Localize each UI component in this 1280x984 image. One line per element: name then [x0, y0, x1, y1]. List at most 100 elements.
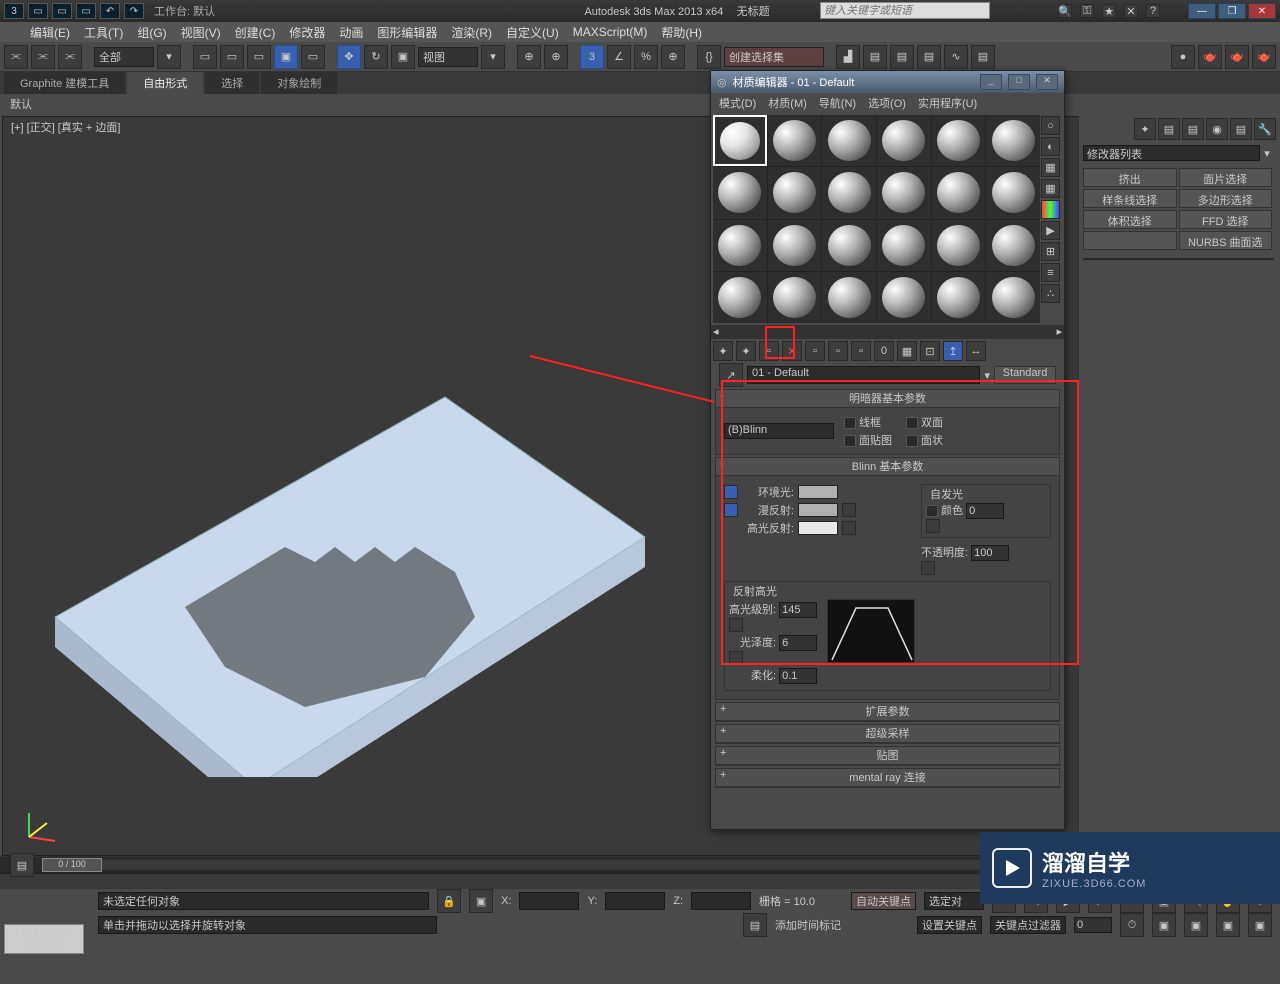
quick-render-icon[interactable]: 🫖	[1252, 45, 1276, 69]
selcross-icon[interactable]: ▭	[301, 45, 325, 69]
spinnersnap-icon[interactable]: ⊕	[661, 45, 685, 69]
ribbon-default[interactable]: 默认	[10, 96, 32, 112]
uvtile-icon[interactable]: ▦	[1041, 179, 1060, 198]
sample-slot[interactable]	[713, 220, 767, 271]
time-slider-head[interactable]: 0 / 100	[42, 858, 102, 872]
vp-zoomext-icon[interactable]: ▣	[1184, 913, 1208, 937]
menu-help[interactable]: 帮助(H)	[661, 24, 702, 41]
scroll-right-icon[interactable]: ▸	[1056, 325, 1062, 339]
putlib-icon[interactable]: ▫	[851, 341, 871, 361]
menu-group[interactable]: 组(G)	[137, 24, 166, 41]
rollout-ss-header[interactable]: +超级采样	[716, 725, 1059, 743]
unlink-icon[interactable]: ⫘	[31, 45, 55, 69]
ribbon-icon[interactable]: ▤	[917, 45, 941, 69]
sample-slot[interactable]	[877, 220, 931, 271]
mod-extrude[interactable]: 挤出	[1083, 168, 1177, 187]
addtime-label[interactable]: 添加时间标记	[775, 917, 841, 933]
curve-icon[interactable]: ∿	[944, 45, 968, 69]
sampletype-icon[interactable]: ○	[1041, 116, 1060, 135]
makeunique-icon[interactable]: ▫	[828, 341, 848, 361]
star-icon[interactable]: ★	[1102, 4, 1116, 18]
key-icon[interactable]: ⚿	[1080, 4, 1094, 18]
help-search-input[interactable]	[820, 2, 990, 19]
render-icon[interactable]: 🫖	[1198, 45, 1222, 69]
gotoparent-icon[interactable]: ↥	[943, 341, 963, 361]
link-icon[interactable]: ⫘	[4, 45, 28, 69]
autokey-button[interactable]: 自动关键点	[851, 892, 916, 910]
matmapnav-icon[interactable]: ∴	[1041, 284, 1060, 303]
tab-freeform[interactable]: 自由形式	[127, 72, 203, 94]
sample-slot[interactable]	[768, 115, 822, 166]
sample-slot[interactable]	[768, 167, 822, 218]
sample-slot[interactable]	[768, 220, 822, 271]
qa-open-icon[interactable]: ▭	[52, 3, 72, 19]
matdlg-max[interactable]: □	[1008, 74, 1030, 90]
sample-slot[interactable]	[768, 272, 822, 323]
timeconfig-icon[interactable]: ▤	[10, 853, 34, 877]
app-icon[interactable]: 3	[4, 3, 24, 19]
makepreview-icon[interactable]: ▶	[1041, 221, 1060, 240]
sample-slot[interactable]	[822, 167, 876, 218]
sample-slot[interactable]	[932, 220, 986, 271]
gotosib-icon[interactable]: ↔	[966, 341, 986, 361]
refcoord-dropdown[interactable]: 视图	[418, 47, 478, 67]
menu-custom[interactable]: 自定义(U)	[506, 24, 559, 41]
menu-modifier[interactable]: 修改器	[289, 24, 325, 41]
align-icon[interactable]: ▤	[863, 45, 887, 69]
matdlg-titlebar[interactable]: ◎ 材质编辑器 - 01 - Default _ □ ✕	[711, 71, 1064, 93]
exchange-icon[interactable]: ✕	[1124, 4, 1138, 18]
qa-redo-icon[interactable]: ↷	[124, 3, 144, 19]
pivot-icon[interactable]: ▾	[481, 45, 505, 69]
menu-maxscript[interactable]: MAXScript(M)	[573, 25, 648, 39]
named-selset[interactable]: 创建选择集	[724, 47, 824, 67]
sample-slot[interactable]	[822, 272, 876, 323]
sample-slot[interactable]	[822, 220, 876, 271]
search-icon[interactable]: 🔍	[1058, 4, 1072, 18]
sample-scroll[interactable]: ◂▸	[711, 325, 1064, 339]
modifier-list[interactable]: 修改器列表	[1083, 145, 1260, 161]
vp-fov-icon[interactable]: ▣	[1216, 913, 1240, 937]
selrect-icon[interactable]: ▭	[247, 45, 271, 69]
sample-slot[interactable]	[932, 115, 986, 166]
qa-undo-icon[interactable]: ↶	[100, 3, 120, 19]
sample-slot[interactable]	[986, 115, 1040, 166]
selection-filter[interactable]: 全部	[94, 47, 154, 67]
modlist-dropdown-icon[interactable]: ▾	[1260, 147, 1274, 160]
modifier-stack[interactable]	[1083, 258, 1274, 260]
cp-hierarchy-icon[interactable]: ▤	[1182, 118, 1204, 140]
mod-polysel[interactable]: 多边形选择	[1179, 189, 1273, 208]
lock-icon[interactable]: 🔒	[437, 889, 461, 913]
vp-zoomall-icon[interactable]: ▣	[1152, 913, 1176, 937]
z-field[interactable]	[691, 892, 751, 910]
cp-display-icon[interactable]: ▤	[1230, 118, 1252, 140]
minimize-button[interactable]: —	[1188, 3, 1216, 19]
mod-ffdsel[interactable]: FFD 选择	[1179, 210, 1273, 229]
viewport-label[interactable]: [+] [正交] [真实 + 边面]	[11, 119, 120, 135]
mod-patchsel[interactable]: 面片选择	[1179, 168, 1273, 187]
background-icon[interactable]: ▦	[1041, 158, 1060, 177]
scale-icon[interactable]: ▣	[391, 45, 415, 69]
cp-modify-icon[interactable]: ▤	[1158, 118, 1180, 140]
menu-anim[interactable]: 动画	[339, 24, 363, 41]
matmenu-material[interactable]: 材质(M)	[768, 95, 807, 111]
makecopy-icon[interactable]: ▫	[805, 341, 825, 361]
snap-icon[interactable]: 3	[580, 45, 604, 69]
sample-slot[interactable]	[713, 272, 767, 323]
sample-slot[interactable]	[877, 115, 931, 166]
getmat-icon[interactable]: ✦	[713, 341, 733, 361]
menu-view[interactable]: 视图(V)	[181, 24, 221, 41]
qa-new-icon[interactable]: ▭	[28, 3, 48, 19]
matedit-icon[interactable]: ●	[1171, 45, 1195, 69]
sample-slot[interactable]	[822, 115, 876, 166]
isolate-icon[interactable]: ▣	[469, 889, 493, 913]
setkey-button[interactable]: 设置关键点	[917, 916, 982, 934]
anglesnap-icon[interactable]: ∠	[607, 45, 631, 69]
mod-volsel[interactable]: 体积选择	[1083, 210, 1177, 229]
rotate-icon[interactable]: ↻	[364, 45, 388, 69]
matmenu-util[interactable]: 实用程序(U)	[918, 95, 977, 111]
editset-icon[interactable]: {}	[697, 45, 721, 69]
tab-selection[interactable]: 选择	[205, 72, 259, 94]
menu-edit[interactable]: 编辑(E)	[30, 24, 70, 41]
tab-graphite[interactable]: Graphite 建模工具	[4, 72, 125, 94]
selname-icon[interactable]: ▭	[220, 45, 244, 69]
